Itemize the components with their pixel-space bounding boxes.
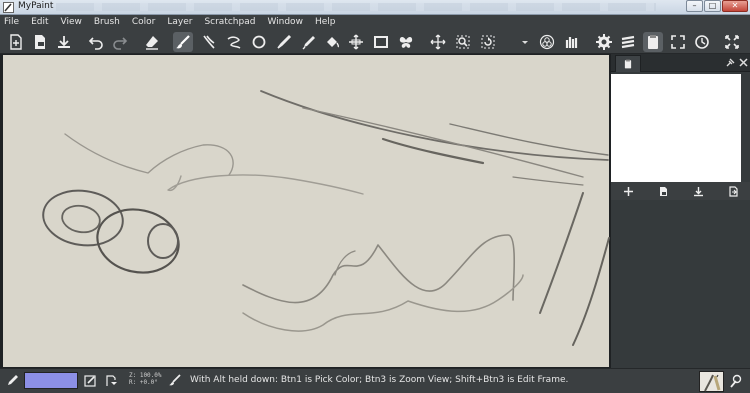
canvas-sketch — [42, 90, 610, 346]
menu-layer[interactable]: Layer — [167, 15, 192, 30]
maximize-button[interactable]: □ — [704, 0, 721, 12]
zoom-view-icon[interactable] — [453, 32, 473, 52]
fullscreen-icon[interactable] — [668, 32, 688, 52]
load-icon — [660, 186, 667, 196]
layers-icon[interactable] — [618, 32, 638, 52]
drawing-canvas[interactable] — [0, 54, 610, 368]
edit-layer-icon[interactable] — [84, 374, 97, 387]
brush-palette-icon[interactable] — [562, 32, 582, 52]
rotation-readout: R: +0.0° — [129, 379, 158, 386]
pen-nib-icon[interactable] — [274, 32, 294, 52]
symmetry-butterfly-icon[interactable] — [396, 32, 416, 52]
zoom-readout: Z: 100.0% — [129, 372, 162, 379]
settings-gear-icon[interactable] — [594, 32, 614, 52]
menu-help[interactable]: Help — [315, 15, 336, 30]
scratchpad-new-button[interactable] — [611, 182, 646, 200]
zoom-rotation-readout: Z: 100.0% R: +0.0° — [129, 372, 162, 386]
menu-scratchpad[interactable]: Scratchpad — [204, 15, 255, 30]
close-button[interactable]: ✕ — [722, 0, 748, 12]
status-bar: Z: 100.0% R: +0.0° With Alt held down: B… — [0, 368, 750, 393]
brush-icon — [169, 374, 181, 386]
rotate-view-icon[interactable] — [478, 32, 498, 52]
add-icon — [624, 186, 633, 196]
save-scratch-icon — [694, 186, 703, 196]
menu-file[interactable]: File — [4, 15, 19, 30]
scratchpad-load-button[interactable] — [646, 182, 681, 200]
scratchpad-save-button[interactable] — [681, 182, 716, 200]
scratchpad-actions — [611, 182, 750, 200]
main-toolbar — [0, 30, 750, 54]
tab-scratchpad[interactable] — [615, 55, 641, 72]
scratchpad-panel — [610, 54, 750, 368]
pin-panel-icon[interactable] — [725, 57, 736, 68]
ellipse-icon[interactable] — [249, 32, 269, 52]
minimize-button[interactable]: – — [686, 0, 703, 12]
scratchpad-icon[interactable] — [643, 32, 663, 52]
clock-icon[interactable] — [692, 32, 712, 52]
panel-tab-bar — [611, 54, 750, 72]
color-picker-icon[interactable] — [6, 374, 19, 387]
scratchpad-canvas[interactable] — [611, 74, 741, 182]
save-icon[interactable] — [54, 32, 74, 52]
brush-strokes-icon[interactable] — [199, 32, 219, 52]
move-layer-icon[interactable] — [346, 32, 366, 52]
open-file-icon[interactable] — [30, 32, 50, 52]
eraser-icon[interactable] — [142, 32, 162, 52]
redo-icon[interactable] — [110, 32, 130, 52]
new-document-icon[interactable] — [6, 32, 26, 52]
menu-edit[interactable]: Edit — [31, 15, 48, 30]
menu-brush[interactable]: Brush — [94, 15, 120, 30]
export-icon — [729, 185, 738, 197]
menu-bar: File Edit View Brush Color Layer Scratch… — [0, 15, 750, 30]
brush-settings-icon[interactable] — [729, 374, 743, 388]
inking-icon[interactable] — [224, 32, 244, 52]
window-title: MyPaint — [18, 1, 54, 11]
menu-window[interactable]: Window — [267, 15, 303, 30]
paste-layer-icon[interactable] — [105, 374, 118, 387]
pan-view-icon[interactable] — [428, 32, 448, 52]
title-bar: MyPaint – □ ✕ — [0, 0, 750, 15]
frame-icon[interactable] — [371, 32, 391, 52]
mypaint-app-icon — [3, 2, 14, 13]
fill-bucket-icon[interactable] — [322, 32, 342, 52]
brush-thumbnail-icon — [704, 374, 721, 392]
close-panel-icon[interactable] — [738, 57, 749, 68]
dropdown-icon[interactable] — [515, 32, 535, 52]
menu-view[interactable]: View — [61, 15, 82, 30]
scratchpad-export-button[interactable] — [716, 182, 750, 200]
undo-icon[interactable] — [86, 32, 106, 52]
current-color-swatch[interactable] — [24, 372, 78, 389]
title-bar-background-text — [56, 3, 656, 11]
fit-view-icon[interactable] — [722, 32, 742, 52]
color-picker-icon[interactable] — [299, 32, 319, 52]
color-wheel-icon[interactable] — [537, 32, 557, 52]
status-message: With Alt held down: Btn1 is Pick Color; … — [190, 375, 569, 385]
freehand-brush-icon[interactable] — [173, 32, 193, 52]
scratchpad-tab-icon — [624, 59, 632, 69]
menu-color[interactable]: Color — [132, 15, 156, 30]
brush-preview-thumbnail[interactable] — [699, 371, 724, 392]
